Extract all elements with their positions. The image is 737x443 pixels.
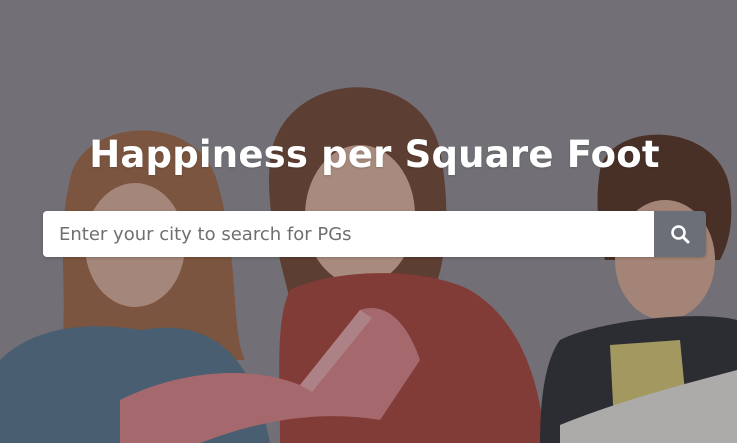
hero-headline: Happiness per Square Foot — [89, 133, 660, 176]
search-button[interactable] — [654, 211, 706, 257]
city-search-bar — [43, 211, 706, 257]
search-icon — [670, 224, 690, 244]
city-search-input[interactable] — [43, 211, 654, 257]
hero-section: Happiness per Square Foot — [0, 0, 737, 443]
